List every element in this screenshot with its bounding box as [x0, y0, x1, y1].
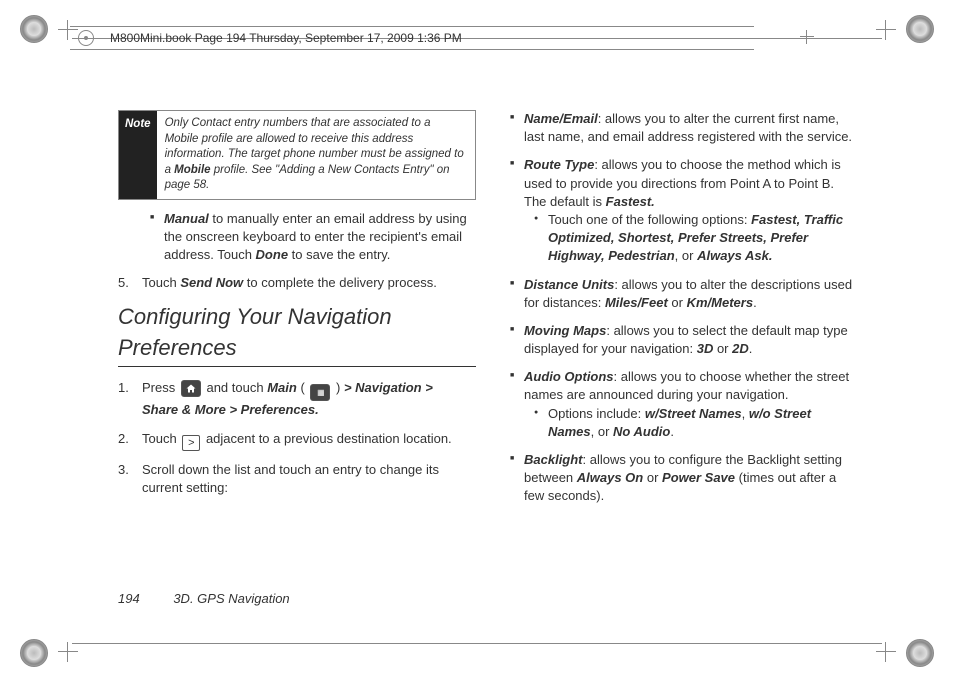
apps-icon: ▦ — [310, 384, 330, 401]
header-filename: M800Mini.book Page 194 Thursday, Septemb… — [110, 30, 462, 47]
opt-dist-label: Distance Units — [524, 277, 614, 292]
opt-audio-label: Audio Options — [524, 369, 614, 384]
opt-bl-o1: Always On — [577, 470, 643, 485]
opt-bl-o2: Power Save — [662, 470, 735, 485]
route-or: , or — [675, 248, 697, 263]
opt-bl-label: Backlight — [524, 452, 583, 467]
step1-prefs: Preferences. — [241, 402, 319, 417]
step1-gt3: > — [229, 402, 237, 417]
page-body: Note Only Contact entry numbers that are… — [118, 110, 858, 592]
cross-tr — [876, 20, 896, 40]
note-box: Note Only Contact entry numbers that are… — [118, 110, 476, 200]
cross-bl — [58, 642, 78, 662]
step1-share: Share & More — [142, 402, 226, 417]
corner-circle-tl — [20, 15, 48, 43]
cross-br — [876, 642, 896, 662]
route-last: Always Ask. — [697, 248, 772, 263]
header-text: M800Mini.book Page 194 Thursday, Septemb… — [70, 26, 754, 50]
section-heading: Configuring Your Navigation Preferences — [118, 302, 476, 367]
step3-text: Scroll down the list and touch an entry … — [142, 462, 439, 495]
step2-post: adjacent to a previous destination locat… — [206, 431, 452, 446]
step-1: 1. Press and touch Main ( ▦ ) > Navigati… — [118, 379, 476, 420]
small-cross-hdr — [800, 30, 814, 44]
step5-bold: Send Now — [180, 275, 243, 290]
opt-distance: Distance Units: allows you to alter the … — [510, 276, 858, 312]
note-label: Note — [119, 111, 157, 199]
step1-main: Main — [267, 380, 297, 395]
audio-sub: Options include: w/Street Names, w/o Str… — [524, 405, 858, 441]
opt-maps-label: Moving Maps — [524, 323, 606, 338]
step-3: 3. Scroll down the list and touch an ent… — [118, 461, 476, 497]
chevron-right-icon: > — [182, 435, 200, 451]
manual-item-list: Manual to manually enter an email addres… — [140, 210, 476, 265]
footer-section: 3D. GPS Navigation — [173, 591, 289, 606]
step1-num: 1. — [118, 379, 129, 397]
step1-po: ( — [300, 380, 308, 395]
step-2: 2. Touch > adjacent to a previous destin… — [118, 430, 476, 452]
step1-touch: and touch — [206, 380, 267, 395]
audio-o3: No Audio — [613, 424, 670, 439]
corner-circle-tr — [906, 15, 934, 43]
audio-options: Options include: w/Street Names, w/o Str… — [534, 405, 858, 441]
bot-rule — [72, 643, 882, 644]
audio-or2: , or — [591, 424, 613, 439]
manual-item: Manual to manually enter an email addres… — [150, 210, 476, 265]
step1-nav: Navigation — [355, 380, 421, 395]
note-body: Only Contact entry numbers that are asso… — [157, 111, 475, 199]
manual-label: Manual — [164, 211, 209, 226]
route-options: Touch one of the following options: Fast… — [534, 211, 858, 266]
opt-maps-or: or — [713, 341, 732, 356]
page-footer: 194 3D. GPS Navigation — [118, 590, 290, 608]
opt-maps-o2: 2D — [732, 341, 749, 356]
opt-dist-o2: Km/Meters — [687, 295, 753, 310]
steps-upper: 5. Touch Send Now to complete the delive… — [118, 274, 476, 292]
opt-dist-or: or — [668, 295, 687, 310]
step1-gt1: > — [344, 380, 352, 395]
audio-o1: w/Street Names — [645, 406, 742, 421]
route-sub: Touch one of the following options: Fast… — [524, 211, 858, 266]
corner-circle-bl — [20, 639, 48, 667]
steps-lower: 1. Press and touch Main ( ▦ ) > Navigati… — [118, 379, 476, 498]
step1-press: Press — [142, 380, 179, 395]
opt-bl-or: or — [643, 470, 662, 485]
opt-backlight: Backlight: allows you to configure the B… — [510, 451, 858, 506]
options-list: Name/Email: allows you to alter the curr… — [500, 110, 858, 506]
opt-route-label: Route Type — [524, 157, 594, 172]
route-pre: Touch one of the following options: — [548, 212, 751, 227]
step1-pc: ) — [332, 380, 344, 395]
opt-dist-o1: Miles/Feet — [605, 295, 668, 310]
page-number: 194 — [118, 591, 140, 606]
step3-num: 3. — [118, 461, 129, 479]
opt-maps: Moving Maps: allows you to select the de… — [510, 322, 858, 358]
step1-gt2: > — [425, 380, 433, 395]
opt-ne-label: Name/Email — [524, 111, 598, 126]
step2-pre: Touch — [142, 431, 180, 446]
note-text-strong: Mobile — [174, 164, 210, 176]
audio-pre: Options include: — [548, 406, 645, 421]
step2-num: 2. — [118, 430, 129, 448]
manual-text2: to save the entry. — [288, 247, 390, 262]
opt-route-def: Fastest. — [606, 194, 655, 209]
step-5: 5. Touch Send Now to complete the delive… — [118, 274, 476, 292]
corner-circle-br — [906, 639, 934, 667]
manual-done: Done — [256, 247, 289, 262]
opt-route: Route Type: allows you to choose the met… — [510, 156, 858, 265]
step5-pre: Touch — [142, 275, 180, 290]
step5-post: to complete the delivery process. — [243, 275, 437, 290]
opt-maps-o1: 3D — [697, 341, 714, 356]
opt-name-email: Name/Email: allows you to alter the curr… — [510, 110, 858, 146]
step5-num: 5. — [118, 274, 129, 292]
home-icon — [181, 380, 201, 397]
opt-audio: Audio Options: allows you to choose whet… — [510, 368, 858, 441]
